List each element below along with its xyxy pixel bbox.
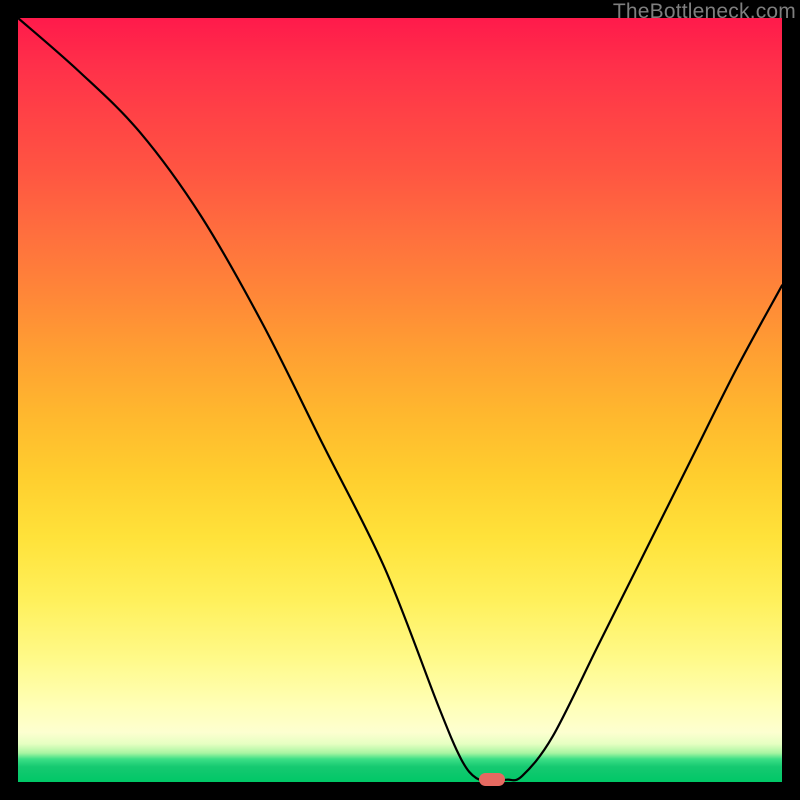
watermark-text: TheBottleneck.com [613, 0, 796, 24]
bottleneck-curve [18, 18, 782, 782]
plot-area [18, 18, 782, 782]
chart-frame: TheBottleneck.com [0, 0, 800, 800]
optimal-marker [479, 773, 505, 786]
